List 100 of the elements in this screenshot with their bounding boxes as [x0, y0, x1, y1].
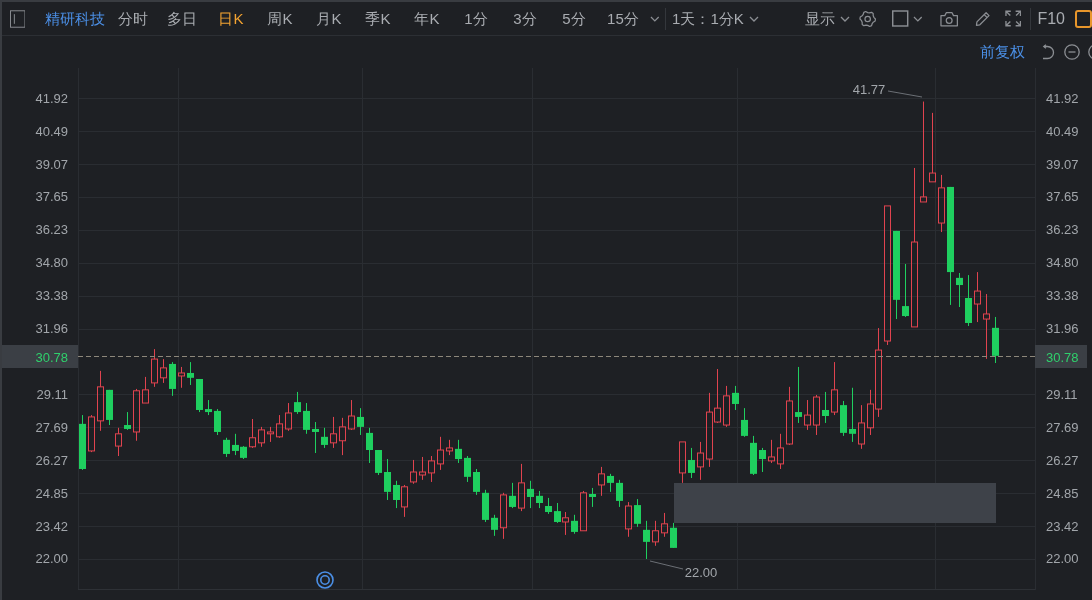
- period-tab[interactable]: 3分: [500, 8, 550, 29]
- candlestick: [518, 463, 525, 512]
- candlestick: [670, 522, 677, 549]
- display-menu[interactable]: 显示: [804, 8, 850, 29]
- candlestick: [509, 482, 516, 509]
- period-tab[interactable]: 分时: [108, 8, 158, 29]
- axis-tick-label: 36.23: [1046, 222, 1079, 238]
- candlestick: [777, 433, 784, 470]
- candlestick: [330, 416, 337, 449]
- period-tab[interactable]: 1分: [451, 8, 501, 29]
- candlestick: [384, 458, 391, 501]
- candlestick: [214, 408, 221, 436]
- camera-icon[interactable]: [940, 10, 959, 27]
- candlestick: [732, 385, 739, 411]
- axis-tick-label: 26.27: [1046, 452, 1079, 468]
- ring-marker-icon[interactable]: [316, 571, 334, 589]
- period-tab[interactable]: 5分: [549, 8, 599, 29]
- candlestick: [375, 449, 382, 476]
- candlestick: [348, 399, 355, 430]
- candlestick: [723, 385, 730, 428]
- period-tab[interactable]: 多日: [157, 8, 207, 29]
- sidebar-icon[interactable]: [10, 9, 26, 28]
- axis-tick-label: 26.27: [35, 452, 68, 468]
- candlestick: [634, 498, 641, 528]
- stock-name[interactable]: 精研科技: [45, 8, 106, 29]
- axis-tick-label: 24.85: [1046, 485, 1079, 501]
- axis-tick-label: 22.00: [35, 551, 68, 567]
- current-price-label: 30.78: [1035, 345, 1087, 368]
- period-tab[interactable]: 年K: [402, 8, 452, 29]
- minus-circle-icon[interactable]: [1064, 44, 1080, 60]
- candlestick: [321, 427, 328, 449]
- caret-icon[interactable]: [650, 15, 661, 22]
- axis-tick-label: 34.80: [1046, 255, 1079, 271]
- current-price-label: 30.78: [2, 345, 78, 368]
- candlestick: [437, 436, 444, 471]
- axis-tick-label: 40.49: [1046, 123, 1079, 139]
- candlestick: [285, 402, 292, 432]
- period-tab[interactable]: 日K: [206, 8, 256, 29]
- candlestick: [554, 502, 561, 524]
- axis-tick-label: 24.85: [35, 485, 68, 501]
- candlestick: [527, 480, 534, 509]
- axis-tick-label: 27.69: [35, 419, 68, 435]
- undo-icon[interactable]: [1040, 44, 1055, 60]
- candlestick: [607, 473, 614, 493]
- candlestick: [786, 386, 793, 445]
- candlestick: [804, 399, 811, 431]
- candlestick: [983, 293, 990, 360]
- caret-icon[interactable]: [912, 15, 923, 22]
- axis-tick-label: 23.42: [35, 518, 68, 534]
- candlestick: [741, 407, 748, 438]
- axis-tick-label: 33.38: [1046, 288, 1079, 304]
- candlestick: [795, 366, 802, 424]
- caret-icon[interactable]: [839, 15, 850, 22]
- candlestick: [974, 271, 981, 323]
- square-icon[interactable]: [892, 10, 909, 27]
- axis-tick-label: 36.23: [35, 222, 68, 238]
- axis-tick-label: 39.07: [1046, 156, 1079, 172]
- candlestick: [294, 391, 301, 415]
- candlestick: [902, 263, 909, 318]
- candlestick: [393, 480, 400, 509]
- axis-tick-label: 34.80: [35, 255, 68, 271]
- candlestick: [652, 520, 659, 547]
- f10-button[interactable]: F10: [1037, 8, 1065, 29]
- candlestick: [688, 447, 695, 479]
- settings-icon[interactable]: [858, 9, 877, 28]
- axis-tick-label: 33.38: [35, 288, 68, 304]
- candlestick: [571, 514, 578, 535]
- candlestick: [697, 441, 704, 481]
- caret-icon[interactable]: [748, 15, 759, 22]
- candlestick: [303, 402, 310, 435]
- period-tab[interactable]: 季K: [353, 8, 403, 29]
- axis-tick-label: 41.92: [1046, 90, 1079, 106]
- high-price-label: 41.77: [852, 81, 886, 97]
- fullscreen-icon[interactable]: [1005, 10, 1022, 27]
- candlestick: [822, 391, 829, 424]
- candlestick: [410, 459, 417, 485]
- axis-tick-label: 40.49: [35, 123, 68, 139]
- candlestick: [97, 370, 104, 432]
- period-tab[interactable]: 月K: [304, 8, 354, 29]
- axis-tick-label: 27.69: [1046, 419, 1079, 435]
- period-tab[interactable]: 15分: [598, 8, 648, 29]
- candlestick: [759, 447, 766, 473]
- axis-tick-label: 23.42: [1046, 518, 1079, 534]
- candlestick: [849, 387, 856, 443]
- candlestick: [473, 468, 480, 496]
- candlestick: [419, 456, 426, 481]
- axis-tick-label: 39.07: [35, 156, 68, 172]
- leader-line: [887, 90, 923, 98]
- period-tab[interactable]: 周K: [255, 8, 305, 29]
- candlestick: [357, 407, 364, 436]
- candlestick: [616, 479, 623, 508]
- range-selector[interactable]: 1天：1分K: [672, 8, 759, 29]
- pencil-icon[interactable]: [974, 10, 991, 27]
- leader-line: [649, 560, 684, 570]
- axis-tick-label: 37.65: [35, 189, 68, 205]
- candlestick: [312, 421, 319, 454]
- candlestick: [643, 520, 650, 560]
- square-icon[interactable]: [1075, 9, 1092, 28]
- price-adjustment-button[interactable]: 前复权: [980, 42, 1025, 62]
- low-price-label: 22.00: [684, 564, 718, 580]
